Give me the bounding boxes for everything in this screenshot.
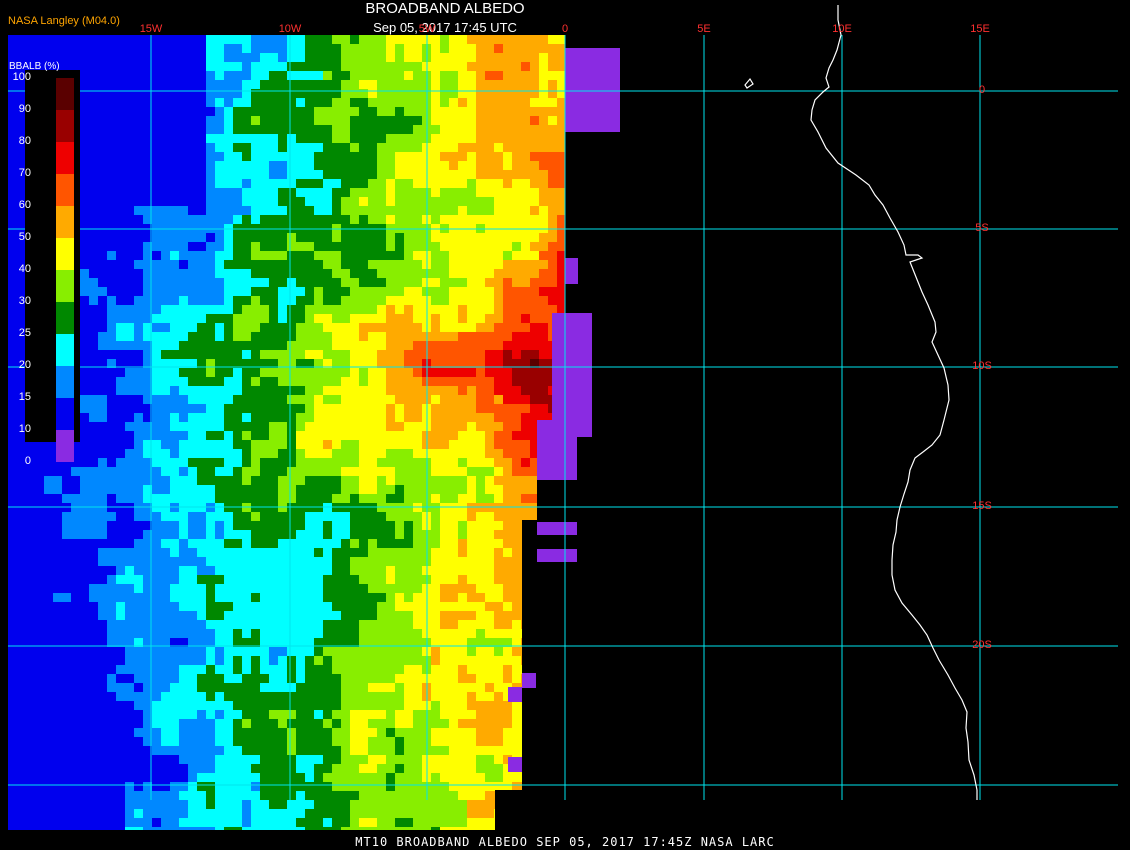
missing-data-block (508, 757, 522, 772)
albedo-field (8, 35, 565, 830)
latitude-label: 0 (978, 84, 986, 96)
missing-data-block (537, 522, 577, 535)
legend-label: 80 (18, 135, 31, 147)
missing-data-block (537, 549, 577, 562)
color-legend: 100 90 80 70 60 50 40 30 25 20 15 10 0 (13, 70, 80, 467)
africa-coastline (810, 5, 978, 800)
latitude-label: 20S (972, 639, 992, 651)
legend-label: 15 (18, 391, 31, 403)
missing-data-block (565, 48, 620, 132)
legend-label: 0 (24, 455, 31, 467)
legend-swatch (56, 270, 74, 302)
legend-swatch (56, 334, 74, 366)
legend-swatch (56, 206, 74, 238)
longitude-label: 10E (832, 23, 852, 35)
latitude-label: 15S (972, 500, 992, 512)
legend-swatch (56, 174, 74, 206)
map-title: BROADBAND ALBEDO (365, 0, 525, 17)
missing-data-block (522, 673, 536, 688)
latitude-label: 10S (972, 360, 992, 372)
legend-swatch (56, 110, 74, 142)
missing-data-block (552, 313, 592, 437)
map-view: BROADBAND ALBEDO Sep 05, 2017 17:45 UTC … (0, 0, 1130, 850)
longitude-label: 5E (697, 23, 711, 35)
legend-label: 20 (18, 359, 31, 371)
legend-swatch (56, 302, 74, 334)
albedo-map (8, 5, 1118, 830)
credit-label: NASA Langley (M04.0) (8, 15, 120, 27)
latitude-label: 5S (975, 222, 989, 234)
footer-caption: MT10 BROADBAND ALBEDO SEP 05, 2017 17:45… (355, 835, 775, 849)
missing-data-block (565, 258, 578, 284)
longitude-label: 10W (278, 23, 302, 35)
legend-title: BBALB (%) (9, 61, 60, 72)
legend-label: 10 (18, 423, 31, 435)
longitude-label: 15E (970, 23, 990, 35)
island-outline (744, 77, 754, 89)
legend-swatch (56, 78, 74, 110)
legend-label: 60 (18, 199, 31, 211)
legend-label: 100 (12, 71, 31, 83)
longitude-label: 5W (418, 23, 436, 35)
legend-swatch (56, 430, 74, 462)
missing-data-block (537, 420, 577, 480)
missing-data-block (508, 687, 522, 702)
longitude-label: 0 (561, 23, 569, 35)
legend-label: 70 (18, 167, 31, 179)
legend-swatch (56, 398, 74, 430)
legend-label: 90 (18, 103, 31, 115)
legend-label: 25 (18, 327, 31, 339)
legend-swatch (56, 238, 74, 270)
legend-swatch (56, 142, 74, 174)
legend-label: 50 (18, 231, 31, 243)
legend-label: 30 (18, 295, 31, 307)
legend-swatch (56, 366, 74, 398)
longitude-label: 15W (139, 23, 163, 35)
legend-label: 40 (18, 263, 31, 275)
